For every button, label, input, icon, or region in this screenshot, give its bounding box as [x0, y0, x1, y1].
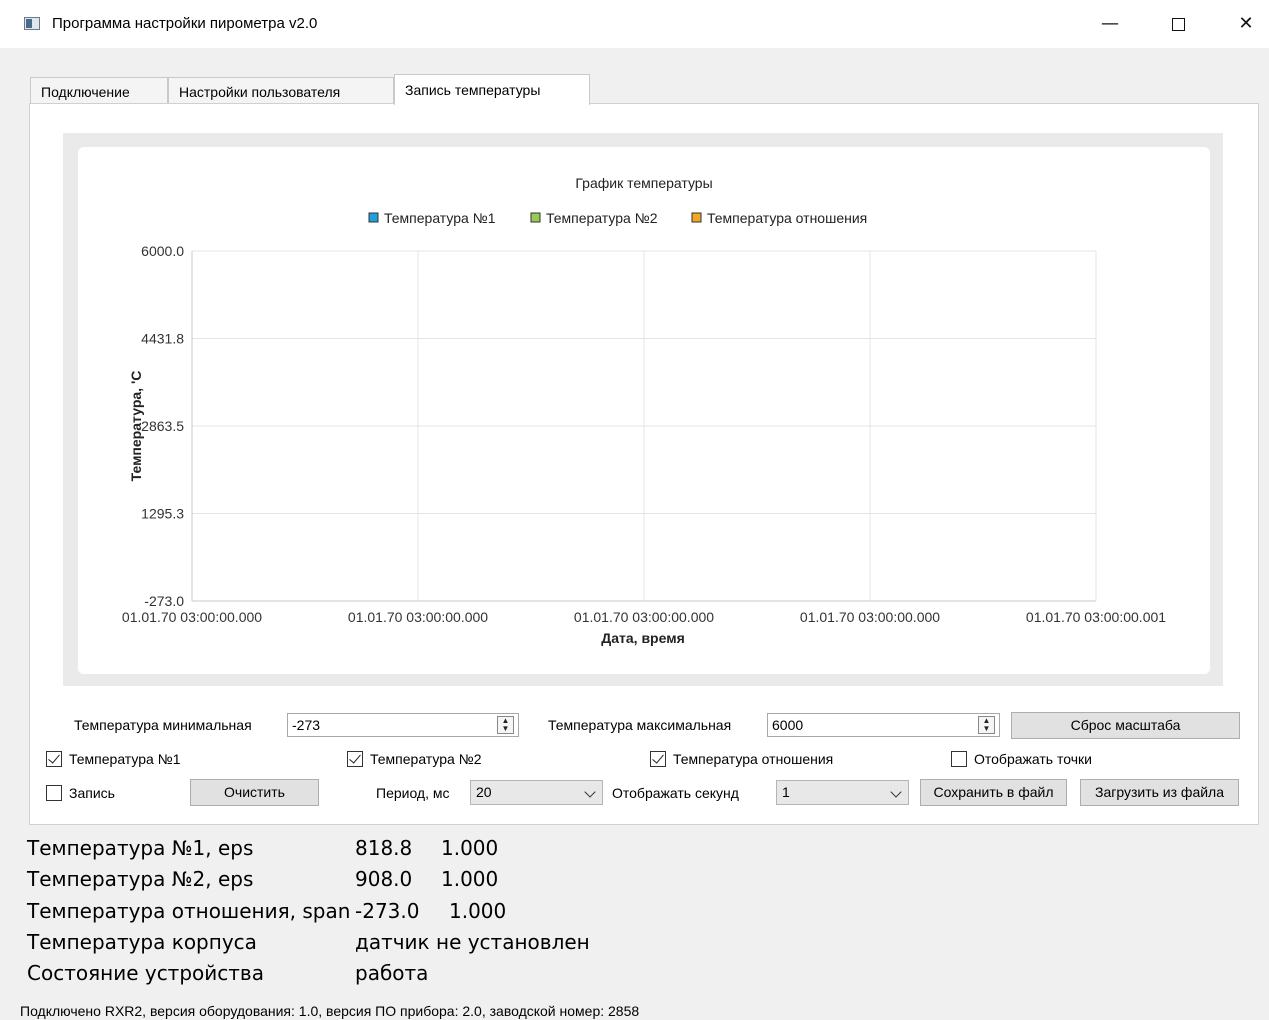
clear-button[interactable]: Очистить	[190, 779, 319, 806]
chevron-down-icon	[890, 786, 902, 798]
reading-ratio-value: -273.0	[355, 899, 420, 923]
reading-case-temp-label: Температура корпуса	[27, 930, 257, 954]
checkbox-checked-icon	[46, 751, 62, 767]
maximize-icon	[1171, 17, 1185, 31]
spin-arrows-icon[interactable]: ▲ ▼	[978, 716, 995, 734]
checkbox-ratio-temp[interactable]: Температура отношения	[650, 750, 833, 768]
save-to-file-button[interactable]: Сохранить в файл	[920, 779, 1067, 806]
checkbox-checked-icon	[347, 751, 363, 767]
reading-temp2-label: Температура №2, eps	[27, 867, 254, 891]
close-button[interactable]: ✕	[1226, 8, 1266, 40]
checkbox-show-points-label: Отображать точки	[974, 751, 1092, 767]
tab-connection[interactable]: Подключение	[30, 77, 168, 104]
temp-min-spinbox[interactable]: -273 ▲ ▼	[287, 713, 519, 737]
period-value: 20	[476, 784, 492, 800]
checkbox-unchecked-icon	[951, 751, 967, 767]
reading-temp2-value: 908.0	[355, 867, 413, 891]
show-seconds-value: 1	[782, 784, 790, 800]
checkbox-checked-icon	[650, 751, 666, 767]
window-title: Программа настройки пирометра v2.0	[52, 15, 318, 32]
temp-max-spinbox[interactable]: 6000 ▲ ▼	[767, 713, 1000, 737]
reading-ratio-span: 1.000	[449, 899, 507, 923]
checkbox-temp1[interactable]: Температура №1	[46, 750, 181, 768]
spin-arrows-icon[interactable]: ▲ ▼	[497, 716, 514, 734]
checkbox-temp2[interactable]: Температура №2	[347, 750, 482, 768]
reading-device-state-label: Состояние устройства	[27, 961, 264, 985]
checkbox-temp2-label: Температура №2	[370, 751, 482, 767]
checkbox-unchecked-icon	[46, 785, 62, 801]
load-from-file-button[interactable]: Загрузить из файла	[1080, 779, 1239, 806]
main-window: Программа настройки пирометра v2.0 — ✕ П…	[0, 0, 1269, 1020]
reset-scale-button[interactable]: Сброс масштаба	[1011, 712, 1240, 739]
tab-temperature-recording[interactable]: Запись температуры	[394, 74, 590, 105]
chart-area[interactable]	[78, 147, 1210, 674]
reading-temp2-eps: 1.000	[441, 867, 499, 891]
period-select[interactable]: 20	[470, 780, 603, 805]
minimize-button[interactable]: —	[1090, 8, 1130, 40]
app-icon	[24, 17, 40, 30]
maximize-button[interactable]	[1158, 8, 1198, 40]
temp-min-value: -273	[292, 717, 321, 733]
title-bar: Программа настройки пирометра v2.0 — ✕	[0, 0, 1269, 48]
reading-temp1-eps: 1.000	[441, 836, 499, 860]
reading-temp1-value: 818.8	[355, 836, 413, 860]
reading-ratio-label: Температура отношения, span	[27, 899, 351, 923]
checkbox-record[interactable]: Запись	[46, 784, 115, 802]
temp-max-label: Температура максимальная	[548, 717, 732, 733]
temp-max-value: 6000	[772, 717, 804, 733]
checkbox-ratio-temp-label: Температура отношения	[673, 751, 834, 767]
reading-temp1-label: Температура №1, eps	[27, 836, 254, 860]
reading-device-state-value: работа	[355, 961, 429, 985]
tab-user-settings[interactable]: Настройки пользователя	[168, 77, 394, 104]
period-label: Период, мс	[376, 785, 450, 801]
show-seconds-label: Отображать секунд	[612, 785, 739, 801]
status-bar: Подключено RXR2, версия оборудования: 1.…	[20, 1003, 640, 1019]
chevron-down-icon	[584, 786, 596, 798]
temp-min-label: Температура минимальная	[74, 717, 252, 733]
checkbox-show-points[interactable]: Отображать точки	[951, 750, 1092, 768]
reading-case-temp-value: датчик не установлен	[355, 930, 590, 954]
checkbox-temp1-label: Температура №1	[69, 751, 181, 767]
checkbox-record-label: Запись	[69, 785, 115, 801]
show-seconds-select[interactable]: 1	[776, 780, 909, 805]
